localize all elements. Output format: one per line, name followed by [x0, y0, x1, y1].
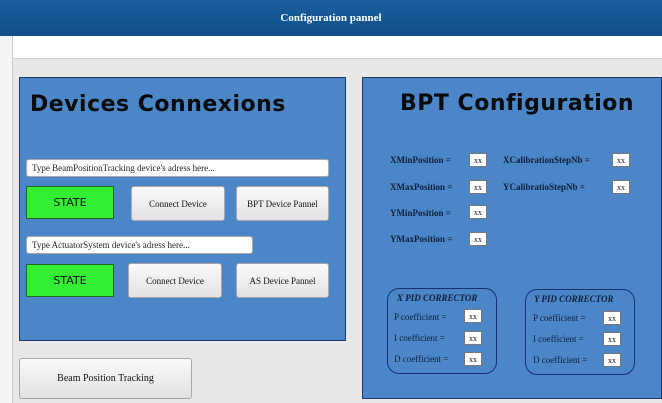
x-p-coefficient-field[interactable]: xx	[464, 309, 482, 323]
window-title-bar: Configuration pannel	[0, 0, 662, 36]
xmin-position-field[interactable]: xx	[469, 153, 487, 167]
bpt-state-indicator: STATE	[26, 186, 114, 219]
separator-line	[13, 58, 662, 59]
bpt-address-input[interactable]: Type BeamPositionTracking device's adres…	[26, 159, 329, 177]
beam-position-tracking-button[interactable]: Beam Position Tracking	[19, 358, 192, 399]
left-edge-strip	[0, 36, 13, 403]
ymax-position-label: YMaxPosition =	[390, 234, 453, 244]
ycalibration-stepnb-field[interactable]: xx	[612, 180, 630, 194]
bpt-configuration-panel: BPT Configuration XMinPosition = xx XCal…	[362, 77, 662, 399]
xmax-position-label: XMaxPosition =	[390, 182, 453, 192]
ymin-position-label: YMinPosition =	[390, 208, 451, 218]
xmin-position-label: XMinPosition =	[390, 155, 451, 165]
as-state-indicator: STATE	[26, 264, 114, 297]
x-d-coefficient-label: D coefficient =	[394, 354, 449, 364]
ymax-position-field[interactable]: xx	[469, 232, 487, 246]
window-title: Configuration pannel	[280, 12, 382, 24]
x-i-coefficient-label: I coefficient =	[394, 333, 445, 343]
xcalibration-stepnb-label: XCalibrationStepNb =	[503, 155, 590, 165]
y-d-coefficient-field[interactable]: xx	[603, 353, 621, 367]
devices-connexions-panel: Devices Connexions Type BeamPositionTrac…	[19, 77, 346, 341]
y-p-coefficient-field[interactable]: xx	[603, 311, 621, 325]
as-address-input[interactable]: Type ActuatorSystem device's adress here…	[26, 236, 253, 254]
as-connect-device-button[interactable]: Connect Device	[128, 263, 222, 298]
x-pid-corrector-group: X PID CORRECTOR P coefficient = xx I coe…	[387, 288, 497, 374]
bpt-device-panel-button[interactable]: BPT Device Pannel	[236, 186, 329, 221]
x-p-coefficient-label: P coefficient =	[394, 312, 447, 322]
x-pid-title: X PID CORRECTOR	[397, 293, 478, 303]
bpt-config-title: BPT Configuration	[400, 91, 635, 116]
xcalibration-stepnb-field[interactable]: xx	[612, 153, 630, 167]
y-i-coefficient-field[interactable]: xx	[603, 332, 621, 346]
y-pid-title: Y PID CORRECTOR	[534, 294, 614, 304]
y-pid-corrector-group: Y PID CORRECTOR P coefficient = xx I coe…	[525, 289, 635, 375]
y-p-coefficient-label: P coefficient =	[533, 313, 586, 323]
x-d-coefficient-field[interactable]: xx	[464, 352, 482, 366]
toolbar-area	[13, 36, 662, 58]
x-i-coefficient-field[interactable]: xx	[464, 331, 482, 345]
devices-panel-title: Devices Connexions	[30, 92, 286, 117]
y-d-coefficient-label: D coefficient =	[533, 355, 588, 365]
y-i-coefficient-label: I coefficient =	[533, 334, 584, 344]
bpt-connect-device-button[interactable]: Connect Device	[131, 186, 225, 221]
xmax-position-field[interactable]: xx	[469, 180, 487, 194]
as-device-panel-button[interactable]: AS Device Pannel	[236, 263, 329, 298]
ycalibration-stepnb-label: YCalibratioStepNb =	[503, 182, 585, 192]
ymin-position-field[interactable]: xx	[469, 205, 487, 219]
